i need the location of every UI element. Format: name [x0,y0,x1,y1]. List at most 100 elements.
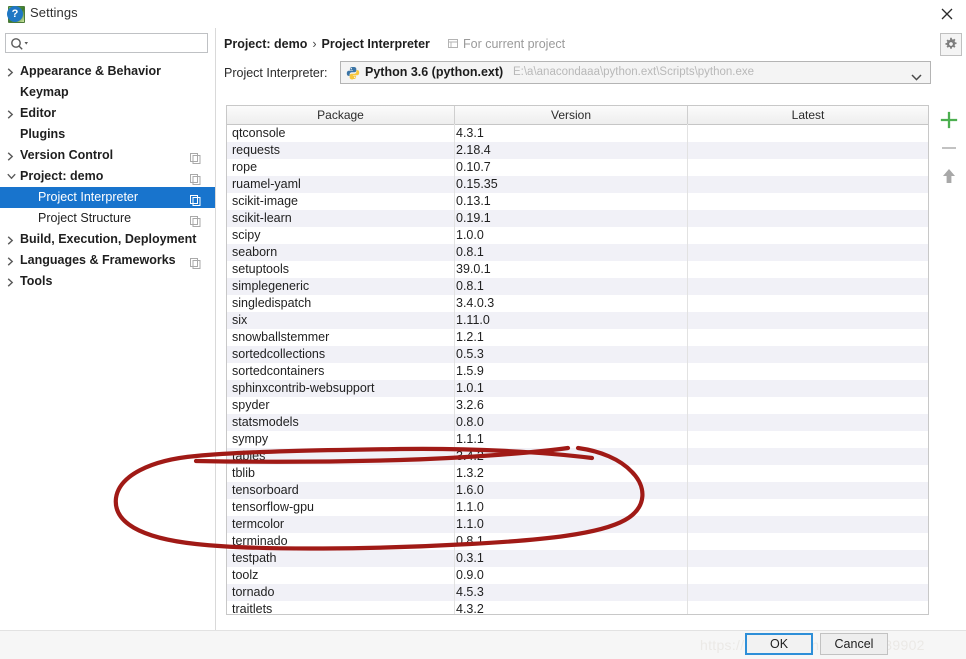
cell-package: sortedcollections [232,346,325,363]
sidebar-item-build-execution-deployment[interactable]: Build, Execution, Deployment [0,229,215,250]
column-header-version[interactable]: Version [455,106,687,124]
sidebar-item-label: Project: demo [20,166,103,187]
table-row[interactable]: sortedcontainers1.5.9 [227,363,928,380]
table-row[interactable]: sortedcollections0.5.3 [227,346,928,363]
cell-version: 0.19.1 [456,210,491,227]
cell-version: 1.3.2 [456,465,484,482]
cell-version: 1.2.1 [456,329,484,346]
breadcrumb-project[interactable]: Project: demo [224,37,307,51]
cell-version: 1.1.1 [456,431,484,448]
remove-package-button[interactable] [936,135,962,161]
sidebar-item-project-interpreter[interactable]: Project Interpreter [0,187,215,208]
copy-settings-icon[interactable] [190,150,201,161]
search-box[interactable] [5,33,208,53]
cell-package: qtconsole [232,125,286,142]
table-row[interactable]: tblib1.3.2 [227,465,928,482]
cell-version: 0.10.7 [456,159,491,176]
sidebar-item-project-demo[interactable]: Project: demo [0,166,215,187]
sidebar-item-languages-frameworks[interactable]: Languages & Frameworks [0,250,215,271]
interpreter-settings-button[interactable] [940,33,962,56]
sidebar-item-appearance-behavior[interactable]: Appearance & Behavior [0,61,215,82]
search-input[interactable] [33,35,209,53]
cell-package: scipy [232,227,260,244]
table-row[interactable]: sympy 1.1.1 [227,431,928,448]
table-row[interactable]: scikit-image0.13.1 [227,193,928,210]
table-row[interactable]: terminado0.8.1 [227,533,928,550]
table-row[interactable]: tables3.4.2 [227,448,928,465]
cell-package: ruamel-yaml [232,176,301,193]
table-row[interactable]: requests2.18.4 [227,142,928,159]
sidebar-item-editor[interactable]: Editor [0,103,215,124]
chevron-right-icon[interactable] [4,103,18,124]
table-row[interactable]: toolz0.9.0 [227,567,928,584]
chevron-right-icon[interactable] [4,271,18,292]
table-row[interactable]: termcolor 1.1.0 [227,516,928,533]
cell-version: 3.4.2 [456,448,484,465]
copy-settings-icon[interactable] [190,213,201,224]
table-row[interactable]: ruamel-yaml0.15.35 [227,176,928,193]
help-button[interactable]: ? [7,6,23,22]
for-current-project-note: For current project [448,37,565,51]
cell-package: sympy [232,431,268,448]
copy-settings-icon[interactable] [190,192,201,203]
add-package-button[interactable] [936,107,962,133]
table-row[interactable]: testpath0.3.1 [227,550,928,567]
cell-version: 0.8.0 [456,414,484,431]
close-icon[interactable] [934,3,960,25]
cell-version: 1.1.0 [456,516,484,533]
sidebar-item-label: Tools [20,271,52,292]
table-row[interactable]: six1.11.0 [227,312,928,329]
table-row[interactable]: statsmodels0.8.0 [227,414,928,431]
chevron-down-icon[interactable] [4,166,18,187]
sidebar-item-version-control[interactable]: Version Control [0,145,215,166]
cell-package: snowballstemmer [232,329,329,346]
sidebar-item-label: Editor [20,103,56,124]
cell-package: simplegeneric [232,278,309,295]
table-row[interactable]: snowballstemmer 1.2.1 [227,329,928,346]
table-row[interactable]: scipy1.0.0 [227,227,928,244]
table-row[interactable]: rope0.10.7 [227,159,928,176]
chevron-down-icon[interactable] [911,70,922,84]
table-row[interactable]: simplegeneric0.8.1 [227,278,928,295]
plus-icon [936,107,962,133]
chevron-right-icon[interactable] [4,145,18,166]
sidebar-item-project-structure[interactable]: Project Structure [0,208,215,229]
table-row[interactable]: tornado4.5.3 [227,584,928,601]
copy-settings-icon[interactable] [190,171,201,182]
table-row[interactable]: scikit-learn0.19.1 [227,210,928,227]
cell-package: sphinxcontrib-websupport [232,380,374,397]
cell-version: 0.8.1 [456,533,484,550]
sidebar-item-label: Version Control [20,145,113,166]
column-header-latest[interactable]: Latest [688,106,928,124]
chevron-right-icon[interactable] [4,250,18,271]
table-row[interactable]: sphinxcontrib-websupport1.0.1 [227,380,928,397]
sidebar-item-label: Keymap [20,82,69,103]
chevron-right-icon[interactable] [4,61,18,82]
sidebar-item-keymap[interactable]: Keymap [0,82,215,103]
table-row[interactable]: spyder3.2.6 [227,397,928,414]
ok-button[interactable]: OK [745,633,813,655]
upgrade-package-button[interactable] [936,163,962,189]
cell-package: termcolor [232,516,284,533]
chevron-right-icon[interactable] [4,229,18,250]
table-row[interactable]: singledispatch3.4.0.3 [227,295,928,312]
table-row[interactable]: qtconsole4.3.1 [227,125,928,142]
cell-package: spyder [232,397,270,414]
cell-package: seaborn [232,244,277,261]
table-row[interactable]: setuptools39.0.1 [227,261,928,278]
table-row[interactable]: seaborn0.8.1 [227,244,928,261]
column-divider-1 [454,124,455,615]
table-row[interactable]: tensorboard1.6.0 [227,482,928,499]
packages-table[interactable]: Package Version Latest qtconsole4.3.1req… [226,105,929,615]
cancel-button[interactable]: Cancel [820,633,888,655]
copy-settings-icon[interactable] [190,255,201,266]
sidebar-item-tools[interactable]: Tools [0,271,215,292]
table-row[interactable]: tensorflow-gpu1.1.0 [227,499,928,516]
column-header-package[interactable]: Package [227,106,454,124]
cell-version: 1.1.0 [456,499,484,516]
settings-tree: Appearance & BehaviorKeymapEditorPlugins… [0,61,215,292]
interpreter-combobox[interactable]: Python 3.6 (python.ext) E:\a\anacondaaa\… [340,61,931,84]
table-row[interactable]: traitlets4.3.2 [227,601,928,615]
cell-version: 39.0.1 [456,261,491,278]
sidebar-item-plugins[interactable]: Plugins [0,124,215,145]
